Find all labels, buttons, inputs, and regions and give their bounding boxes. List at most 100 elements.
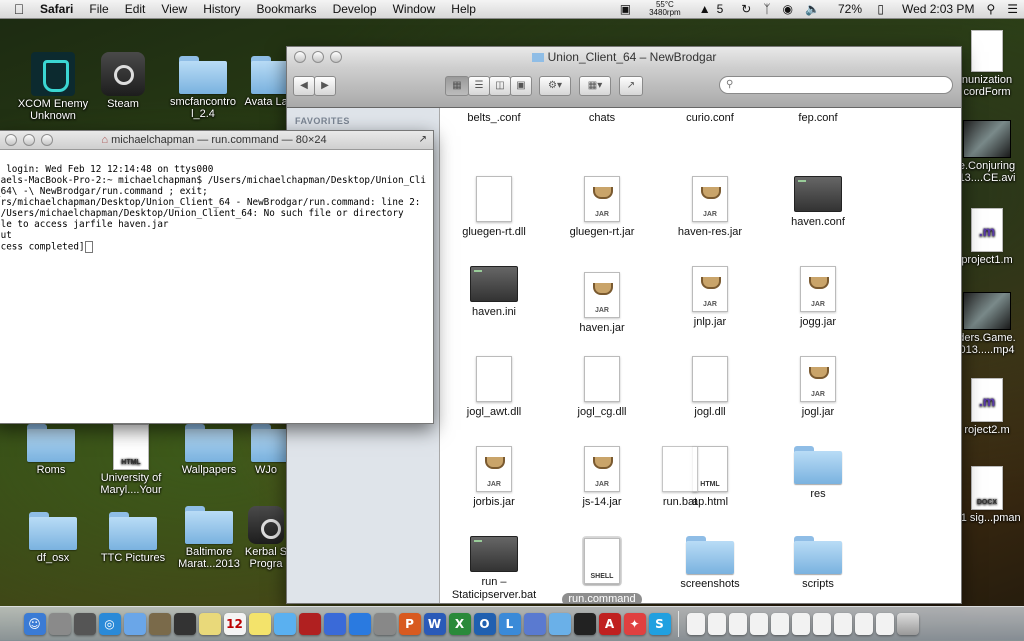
minimize-button[interactable] bbox=[23, 134, 35, 146]
dock-document-stack-icon[interactable] bbox=[854, 613, 873, 635]
dragged-file-run-bat[interactable]: run.bat bbox=[656, 446, 704, 508]
file-item[interactable]: JAR js-14.jar bbox=[548, 446, 656, 509]
file-item[interactable]: gluegen-rt.dll bbox=[440, 176, 548, 239]
file-item[interactable]: scripts bbox=[764, 536, 872, 591]
menu-view[interactable]: View bbox=[153, 2, 195, 16]
terminal-titlebar[interactable]: ⌂ michaelchapman — run.command — 80×24 ↗ bbox=[0, 131, 433, 150]
dock-app-store-icon[interactable] bbox=[348, 613, 371, 635]
column-view-button[interactable]: ◫ bbox=[489, 76, 511, 96]
desktop-icon-conjuring[interactable]: e.Conjuring 13....CE.avi bbox=[952, 120, 1022, 184]
file-item[interactable]: belts_.conf bbox=[440, 108, 548, 125]
cover-flow-button[interactable]: ▣ bbox=[510, 76, 532, 96]
menu-edit[interactable]: Edit bbox=[117, 2, 154, 16]
desktop-icon-university[interactable]: HTML University of Maryl....Your bbox=[88, 424, 174, 496]
back-button[interactable]: ◀ bbox=[293, 76, 315, 96]
terminal-output[interactable]: t login: Wed Feb 12 12:14:48 on ttys000 h… bbox=[0, 150, 433, 275]
dock-launchpad-icon[interactable] bbox=[48, 613, 71, 635]
dock-outlook-icon[interactable]: O bbox=[473, 613, 496, 635]
menu-app-name[interactable]: Safari bbox=[32, 2, 81, 16]
desktop-icon-immunization[interactable]: nunization cordForm bbox=[952, 30, 1022, 98]
fullscreen-button[interactable]: ↗ bbox=[419, 131, 427, 149]
file-item[interactable]: jogl_cg.dll bbox=[548, 356, 656, 419]
list-view-button[interactable]: ☰ bbox=[468, 76, 490, 96]
menu-window[interactable]: Window bbox=[385, 2, 444, 16]
file-item[interactable]: fep.conf bbox=[764, 108, 872, 125]
dock-lync-icon[interactable]: L bbox=[498, 613, 521, 635]
dock-trash-icon[interactable] bbox=[896, 613, 919, 635]
bluetooth-icon[interactable]: ᛉ bbox=[757, 2, 776, 16]
dock-document-stack-icon[interactable] bbox=[875, 613, 894, 635]
arrange-button[interactable]: ▦▾ bbox=[579, 76, 611, 96]
dock-document-stack-icon[interactable] bbox=[812, 613, 831, 635]
volume-icon[interactable]: 🔈 bbox=[799, 2, 826, 16]
share-button[interactable]: ↗ bbox=[619, 76, 643, 96]
dock-terminal-icon[interactable] bbox=[573, 613, 596, 635]
clock[interactable]: Wed 2:03 PM bbox=[896, 2, 980, 16]
desktop-icon-df-osx[interactable]: df_osx bbox=[10, 512, 96, 564]
dock-photo-booth-icon[interactable] bbox=[298, 613, 321, 635]
dock-document-stack-icon[interactable] bbox=[833, 613, 852, 635]
file-item[interactable]: jogl_awt.dll bbox=[440, 356, 548, 419]
menu-history[interactable]: History bbox=[195, 2, 248, 16]
wifi-icon[interactable]: ◉ bbox=[777, 2, 799, 16]
file-item[interactable]: chats bbox=[548, 108, 656, 125]
dock-document-stack-icon[interactable] bbox=[749, 613, 768, 635]
file-item[interactable]: JAR jorbis.jar bbox=[440, 446, 548, 509]
dock-safari-icon[interactable]: ◎ bbox=[98, 613, 121, 635]
desktop-icon-roms[interactable]: Roms bbox=[8, 424, 94, 476]
action-gear-button[interactable]: ⚙▾ bbox=[539, 76, 571, 96]
file-item[interactable]: screenshots bbox=[656, 536, 764, 591]
file-item[interactable]: JAR haven-res.jar bbox=[656, 176, 764, 239]
desktop-icon-project2[interactable]: .m roject2.m bbox=[952, 378, 1022, 436]
icon-view-button[interactable]: ▦ bbox=[445, 76, 469, 96]
minimize-button[interactable] bbox=[312, 51, 324, 63]
menu-develop[interactable]: Develop bbox=[325, 2, 385, 16]
file-item[interactable]: JAR jogl.jar bbox=[764, 356, 872, 419]
dock-mission-control-icon[interactable] bbox=[73, 613, 96, 635]
dock-calendar-icon[interactable]: 12 bbox=[223, 613, 246, 635]
dock-excel-icon[interactable]: X bbox=[448, 613, 471, 635]
dock-pdf-icon[interactable]: ✦ bbox=[623, 613, 646, 635]
desktop-icon-k1[interactable]: DOCX K1 sig...pman bbox=[952, 466, 1022, 524]
dock-acrobat-icon[interactable]: A bbox=[598, 613, 621, 635]
menu-file[interactable]: File bbox=[81, 2, 116, 16]
file-item[interactable]: haven.ini bbox=[440, 266, 548, 319]
dock-powerpoint-icon[interactable]: P bbox=[398, 613, 421, 635]
dock-itunes-icon[interactable] bbox=[323, 613, 346, 635]
dock-document-stack-icon[interactable] bbox=[728, 613, 747, 635]
dock-preferences-icon[interactable] bbox=[373, 613, 396, 635]
spotlight-icon[interactable]: ⚲ bbox=[980, 2, 1001, 16]
file-item[interactable]: SHELL run.command bbox=[548, 536, 656, 603]
file-item[interactable]: res bbox=[764, 446, 872, 501]
file-item[interactable]: JAR jogg.jar bbox=[764, 266, 872, 329]
dock-facetime-icon[interactable] bbox=[173, 613, 196, 635]
dock-document-stack-icon[interactable] bbox=[686, 613, 705, 635]
desktop-icon-project1[interactable]: .m project1.m bbox=[952, 208, 1022, 266]
menu-help[interactable]: Help bbox=[443, 2, 484, 16]
forward-button[interactable]: ▶ bbox=[314, 76, 336, 96]
dock-document-stack-icon[interactable] bbox=[791, 613, 810, 635]
dock-mail-icon[interactable] bbox=[123, 613, 146, 635]
fan-temp-readout[interactable]: 55°C 3480rpm bbox=[637, 1, 693, 17]
dock-skype-icon[interactable]: S bbox=[648, 613, 671, 635]
zoom-button[interactable] bbox=[41, 134, 53, 146]
dock-stickies-icon[interactable] bbox=[248, 613, 271, 635]
file-item[interactable]: run – Staticipserver.bat bbox=[440, 536, 548, 602]
file-item[interactable]: JAR haven.jar bbox=[548, 272, 656, 335]
close-button[interactable] bbox=[294, 51, 306, 63]
dock-document-stack-icon[interactable] bbox=[770, 613, 789, 635]
dock-messages-icon[interactable] bbox=[273, 613, 296, 635]
menu-bookmarks[interactable]: Bookmarks bbox=[249, 2, 325, 16]
dock-photos-icon[interactable] bbox=[148, 613, 171, 635]
file-item[interactable]: curio.conf bbox=[656, 108, 764, 125]
dock-word-icon[interactable]: W bbox=[423, 613, 446, 635]
skype-status-icon[interactable]: ▣ bbox=[614, 2, 637, 16]
close-button[interactable] bbox=[5, 134, 17, 146]
dock-notes-icon[interactable] bbox=[198, 613, 221, 635]
dock-document-stack-icon[interactable] bbox=[707, 613, 726, 635]
file-item[interactable]: JAR gluegen-rt.jar bbox=[548, 176, 656, 239]
file-item[interactable]: jogl.dll bbox=[656, 356, 764, 419]
search-field[interactable]: ⚲ bbox=[719, 76, 953, 94]
time-machine-icon[interactable]: ↻ bbox=[735, 2, 757, 16]
apple-menu-icon[interactable]:  bbox=[6, 1, 32, 17]
